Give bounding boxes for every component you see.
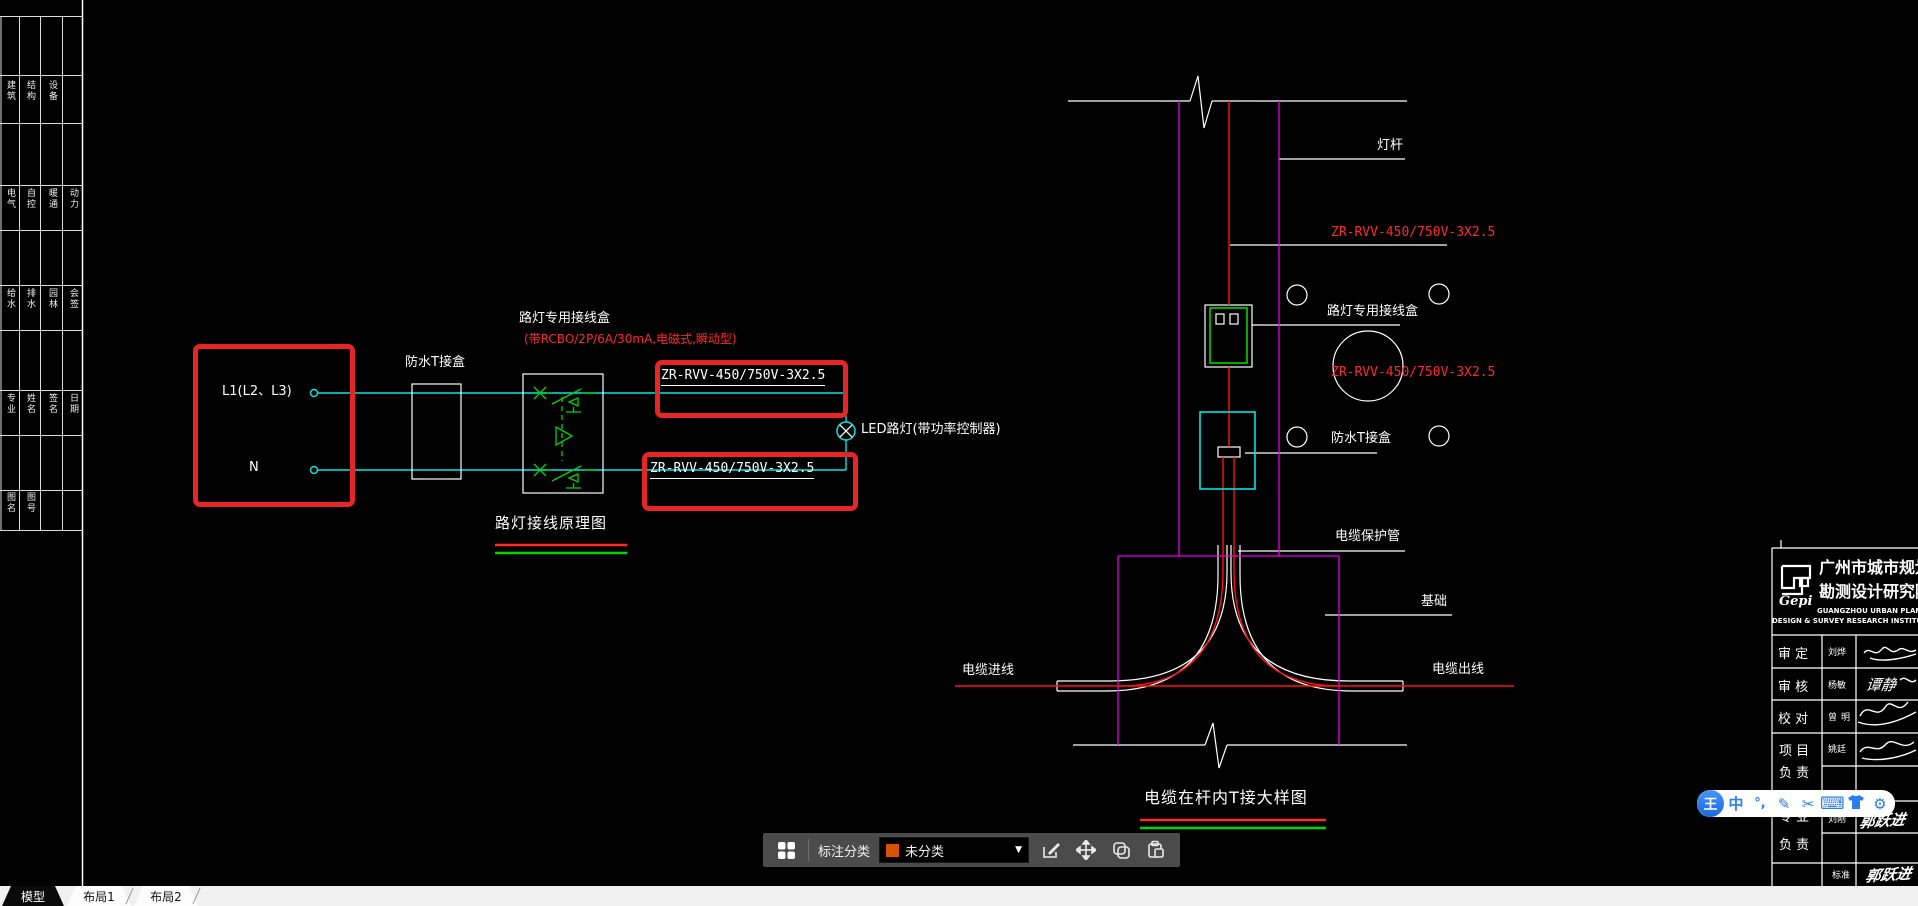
schematic-title: 路灯接线原理图 [495,514,608,532]
cable-spec-label-bottom: ZR-RVV-450/750V-3X2.5 [650,461,815,479]
legend-cell: 建筑 [5,80,15,102]
company-name-en-line2: DESIGN & SURVEY RESEARCH INSTITUTE [1772,617,1918,625]
tab-layout2[interactable]: 布局2 [134,886,198,906]
legend-cell: 给水 [5,288,15,310]
project-lead-label-line1: 项 目 [1779,744,1810,759]
markup-box-source [193,344,355,507]
annotation-category-label: 标注分类 [818,844,871,860]
tab-layout1[interactable]: 布局1 [67,886,131,906]
stamp-text: 曾明 [1828,713,1855,723]
ime-punctuation-button[interactable]: °, [1748,796,1772,811]
company-name-cn-line1: 广州市城市规划 [1819,558,1918,577]
detail-waterproof-box-cyan [1199,411,1256,490]
project-lead-label-line2: 负 责 [1779,766,1810,781]
cable-in-label: 电缆进线 [962,663,1015,678]
paste-icon[interactable] [1143,837,1169,863]
legend-cell: 日期 [68,393,78,415]
pole-label: 灯杆 [1377,138,1404,153]
copy-icon[interactable] [1108,837,1134,863]
legend-cell: 会签 [68,288,78,310]
legend-cell: 电气 [5,188,15,210]
detail-cable-label-lower: ZR-RVV-450/750V-3X2.5 [1331,365,1496,380]
chevron-down-icon: ▼ [1015,845,1023,855]
company-name-cn-line2: 勘测设计研究院 [1819,582,1918,601]
legend-cell: 设备 [47,80,57,102]
specialty-lead-label-line1: 专 业 [1779,810,1810,825]
layout-tab-bar: 模型 布局1 布局2 [0,886,1918,906]
stamp-text: 刘烨 [1828,648,1847,658]
detail-title-rules [1140,818,1326,830]
legend-cell: 专业 [5,393,15,415]
waterproof-box-label: 防水T接盒 [405,355,465,370]
legend-cell: 姓名 [25,393,35,415]
junction-box-spec-label: (带RCBO/2P/6A/30mA,电磁式,瞬动型) [524,332,737,346]
signature-text: 谭静 [1864,676,1898,694]
cable-out-label: 电缆出线 [1432,662,1485,677]
signature-text: 郭跃进 [1857,810,1907,832]
category-dropdown-value: 未分类 [905,844,945,860]
specialty-lead-label-line2: 负 责 [1779,838,1810,853]
toolbar-separator [808,839,809,861]
category-grid-icon[interactable] [773,837,799,863]
tab-divider [192,887,201,905]
rcbo-symbol [533,386,596,489]
ime-language-mode-button[interactable]: 中 [1724,793,1748,814]
legend-cell: 排水 [25,288,35,310]
tab-model[interactable]: 模型 [2,886,64,906]
stamp-text: 姚廷 [1828,745,1847,755]
edit-annotation-icon[interactable] [1038,837,1064,863]
signature-scribbles [1857,646,1917,761]
detail-junction-box-label: 路灯专用接线盒 [1327,304,1419,319]
legend-cell: 动力 [68,188,78,210]
cable-spec-label-top: ZR-RVV-450/750V-3X2.5 [661,368,826,386]
stamp-text: 杨敏 [1828,681,1847,691]
legend-cell: 园林 [47,288,57,310]
proofreader-row-label: 校 对 [1778,712,1809,727]
skin-shirt-icon[interactable] [1844,794,1868,813]
legend-cell: 自控 [25,188,35,210]
stamp-text: 刘刚 [1828,815,1847,825]
keyboard-icon[interactable]: ⌨ [1820,794,1845,814]
detail-cable-label-upper: ZR-RVV-450/750V-3X2.5 [1331,225,1496,240]
move-icon[interactable] [1073,837,1099,863]
category-color-swatch [886,843,900,857]
detail-waterproof-box-label: 防水T接盒 [1331,431,1391,446]
legend-cell: 图名 [5,492,15,514]
schematic-title-rules [495,543,627,555]
cad-application-window: 建筑 结构 设备 电气 自控 暖通 动力 给水 排水 园林 会签 专业 姓名 签… [0,0,1918,906]
legend-cell: 暖通 [47,188,57,210]
source-n-label: N [249,460,259,475]
reviewer-row-label: 审 核 [1778,680,1809,695]
company-name-en-line1: GUANGZHOU URBAN PLANNING [1817,607,1918,615]
stamp-text: 标准 [1832,871,1851,881]
tab-divider [125,887,134,905]
ime-logo-icon[interactable]: 王 [1697,790,1724,817]
conduit-label: 电缆保护管 [1335,529,1401,544]
detail-title: 电缆在杆内T接大样图 [1144,788,1308,807]
company-logo-icon [1780,564,1812,596]
annotation-toolbar: 标注分类 未分类 ▼ [763,833,1180,867]
left-legend-grid [0,0,84,886]
led-lamp-label: LED路灯(带功率控制器) [861,422,1001,437]
category-dropdown[interactable]: 未分类 ▼ [879,837,1030,863]
foundation-label: 基础 [1421,594,1448,609]
legend-cell: 签名 [47,393,57,415]
legend-cell: 图号 [25,492,35,514]
junction-box-label: 路灯专用接线盒 [519,311,611,326]
legend-cell: 结构 [25,80,35,102]
company-logo-text: Gepi [1779,594,1813,609]
approver-row-label: 审 定 [1778,647,1809,662]
led-lamp-symbol [836,421,856,441]
signature-text: 郭跃进 [1863,864,1913,886]
source-l1-label: L1(L2、L3) [222,384,292,399]
